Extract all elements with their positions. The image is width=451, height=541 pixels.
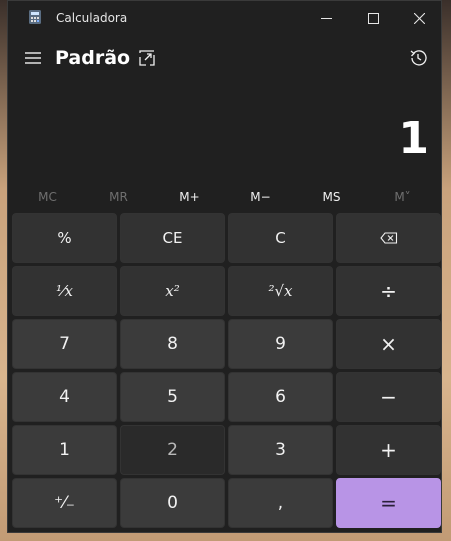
minimize-button[interactable]: [303, 1, 349, 35]
reciprocal-key[interactable]: ¹⁄x: [12, 266, 117, 316]
digit-7-key[interactable]: 7: [12, 319, 117, 369]
backspace-key[interactable]: [336, 213, 441, 263]
keypad: % CE C ¹⁄x x² ²√x ÷ 7 8 9 × 4 5 6 − 1 2 …: [12, 213, 441, 528]
decimal-key[interactable]: ,: [228, 478, 333, 528]
digit-3-key[interactable]: 3: [228, 425, 333, 475]
clear-entry-key[interactable]: CE: [120, 213, 225, 263]
minimize-icon: [320, 17, 332, 19]
subtract-key[interactable]: −: [336, 372, 441, 422]
backspace-icon: [379, 232, 397, 244]
divide-key[interactable]: ÷: [336, 266, 441, 316]
memory-list-button[interactable]: M˅: [367, 184, 438, 210]
maximize-button[interactable]: [350, 1, 396, 35]
add-key[interactable]: +: [336, 425, 441, 475]
title-bar: Calculadora: [8, 1, 441, 35]
memory-row: MC MR M+ M− MS M˅: [12, 184, 438, 210]
digit-5-key[interactable]: 5: [120, 372, 225, 422]
square-key[interactable]: x²: [120, 266, 225, 316]
calculator-app-icon: [29, 10, 41, 24]
equals-key[interactable]: =: [336, 478, 441, 528]
result-display: 1: [398, 113, 429, 164]
maximize-icon: [367, 12, 379, 24]
digit-8-key[interactable]: 8: [120, 319, 225, 369]
negate-key[interactable]: ⁺⁄₋: [12, 478, 117, 528]
header-bar: Padrão: [8, 41, 441, 77]
memory-clear-button[interactable]: MC: [12, 184, 83, 210]
memory-recall-button[interactable]: MR: [83, 184, 154, 210]
clear-key[interactable]: C: [228, 213, 333, 263]
hamburger-icon[interactable]: [22, 47, 44, 69]
multiply-key[interactable]: ×: [336, 319, 441, 369]
mode-title: Padrão: [55, 47, 131, 69]
digit-4-key[interactable]: 4: [12, 372, 117, 422]
digit-2-key[interactable]: 2: [120, 425, 225, 475]
history-icon[interactable]: [407, 47, 429, 69]
window-title: Calculadora: [56, 11, 128, 25]
close-button[interactable]: [396, 1, 442, 35]
digit-0-key[interactable]: 0: [120, 478, 225, 528]
memory-store-button[interactable]: MS: [296, 184, 367, 210]
calculator-window: Calculadora Padrão 1 MC MR M+ M− MS M˅ %…: [7, 0, 442, 533]
keep-on-top-icon[interactable]: [136, 47, 158, 69]
digit-1-key[interactable]: 1: [12, 425, 117, 475]
percent-key[interactable]: %: [12, 213, 117, 263]
memory-subtract-button[interactable]: M−: [225, 184, 296, 210]
square-root-key[interactable]: ²√x: [228, 266, 333, 316]
close-icon: [413, 12, 425, 24]
memory-add-button[interactable]: M+: [154, 184, 225, 210]
digit-6-key[interactable]: 6: [228, 372, 333, 422]
digit-9-key[interactable]: 9: [228, 319, 333, 369]
